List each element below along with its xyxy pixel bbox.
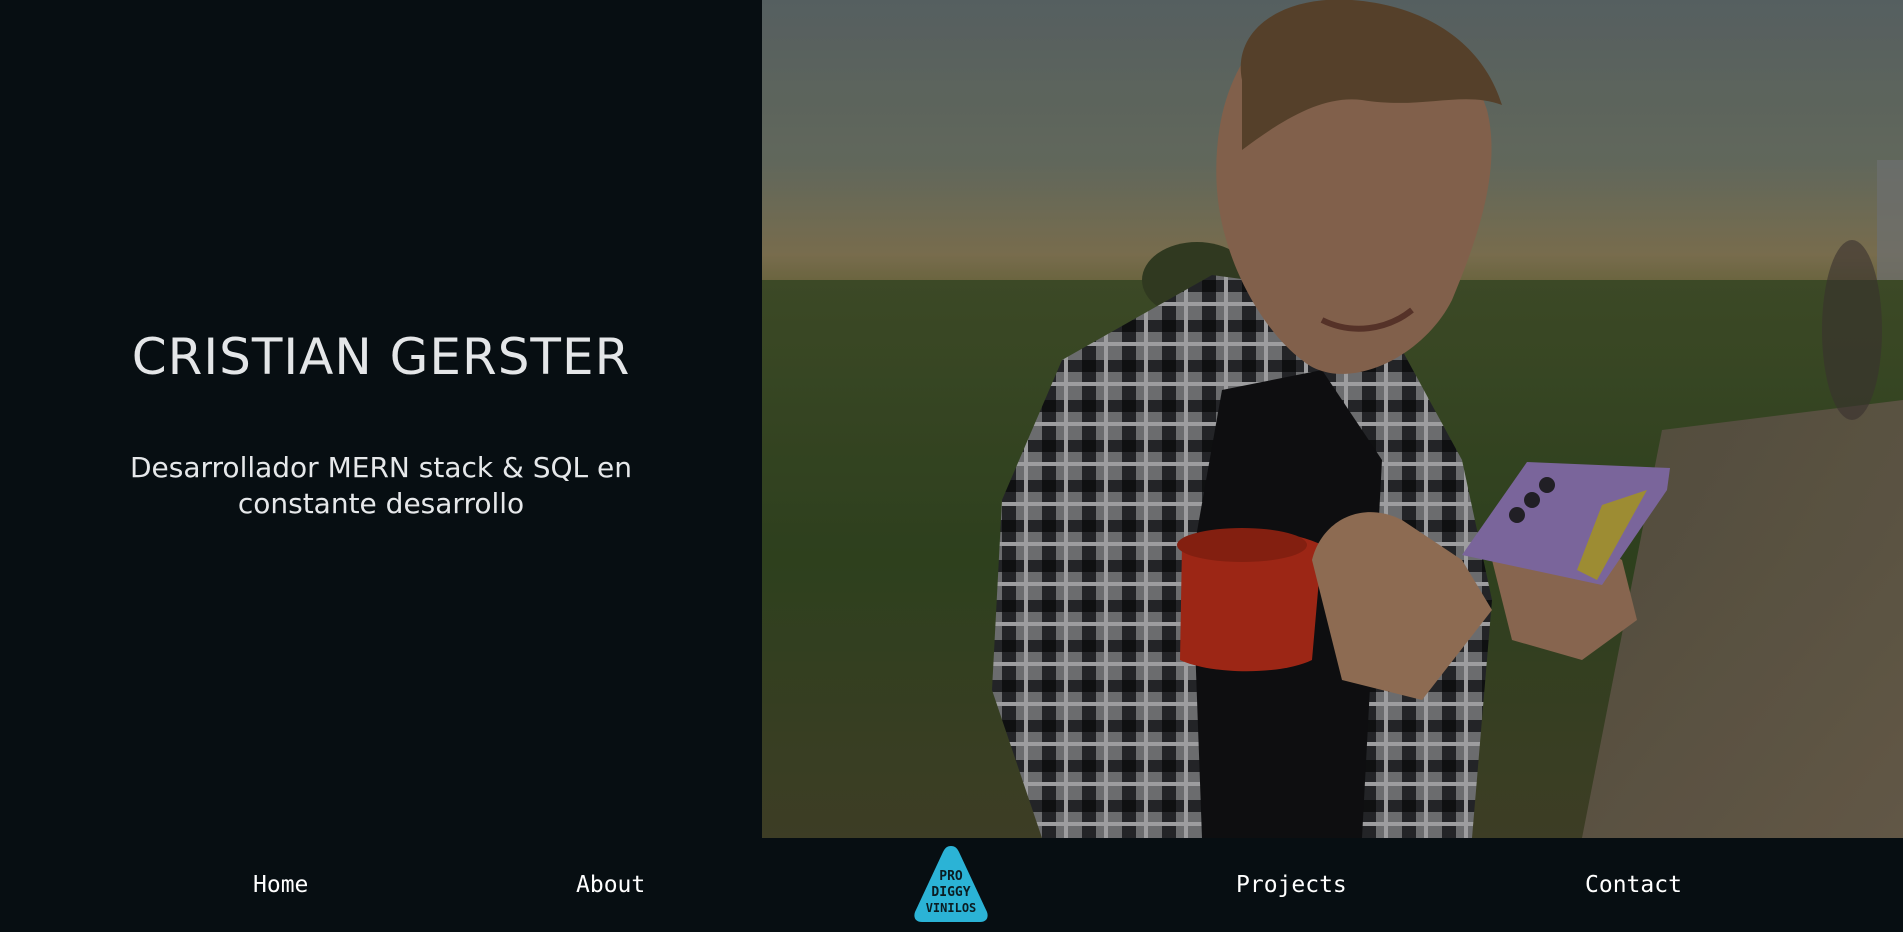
photo-illustration — [762, 0, 1903, 838]
hero-subtitle: Desarrollador MERN stack & SQL en consta… — [129, 451, 633, 520]
nav-link-home[interactable]: Home — [253, 868, 308, 902]
logo-text-line3: VINILOS — [926, 901, 977, 915]
nav-link-projects[interactable]: Projects — [1236, 868, 1347, 902]
nav-link-contact[interactable]: Contact — [1585, 868, 1682, 902]
portfolio-page: CRISTIAN GERSTER Desarrollador MERN stac… — [0, 0, 1903, 932]
hero-name: CRISTIAN GERSTER — [131, 328, 631, 386]
logo-text-line1: PRO — [939, 869, 963, 884]
logo-text-line2: DIGGY — [931, 885, 970, 900]
hero-text-panel: CRISTIAN GERSTER Desarrollador MERN stac… — [0, 0, 762, 838]
nav-link-about[interactable]: About — [576, 868, 645, 902]
portrait-photo — [762, 0, 1903, 838]
brand-logo[interactable]: PRO DIGGY VINILOS — [911, 842, 991, 926]
